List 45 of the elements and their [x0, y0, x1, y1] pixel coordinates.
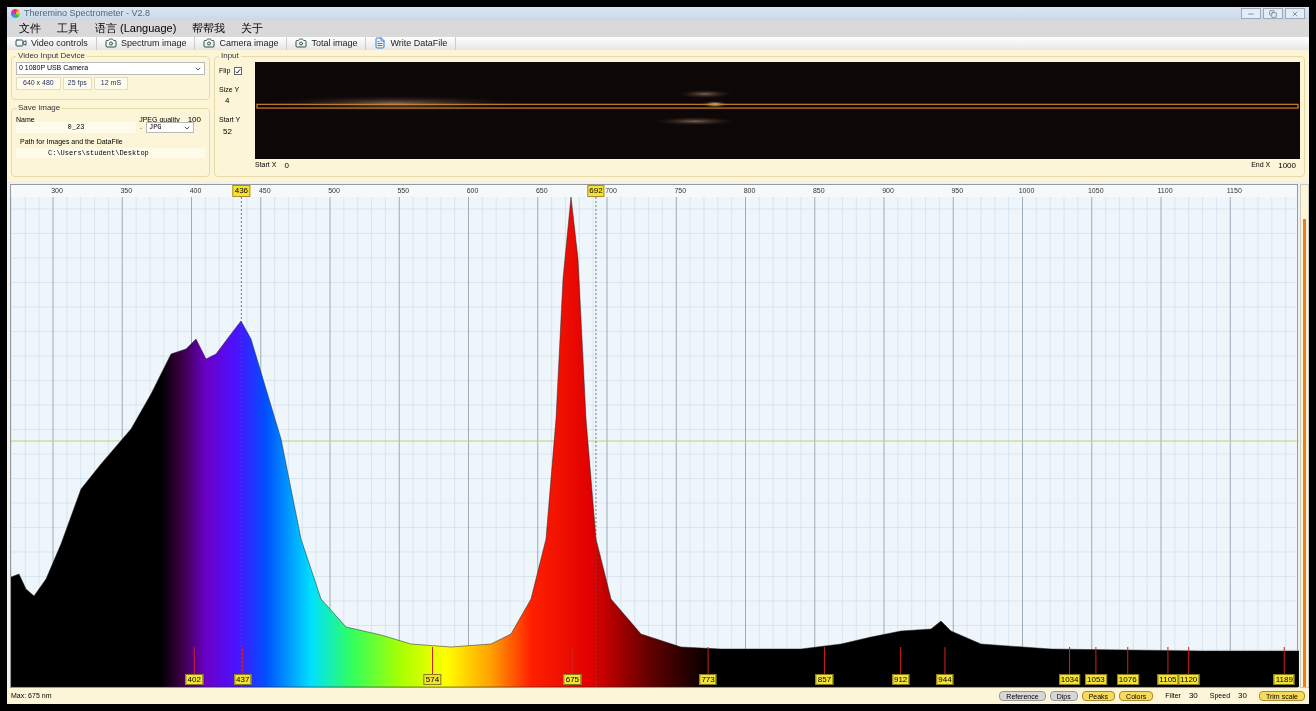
- group-title: Save image: [17, 102, 62, 115]
- flip-checkbox[interactable]: [234, 67, 243, 76]
- menu-item[interactable]: 帮帮我: [192, 20, 226, 37]
- menu-item[interactable]: 关于: [241, 20, 264, 37]
- speed-value: 30: [1238, 690, 1247, 703]
- cursor-label[interactable]: 436: [232, 185, 251, 198]
- peak-label: 773: [699, 674, 717, 686]
- app-logo-icon: [11, 9, 20, 18]
- menu-item[interactable]: 工具: [57, 20, 79, 37]
- camera-icon: [203, 37, 216, 50]
- camera-icon: [104, 37, 117, 50]
- start-x-value: 0: [284, 159, 289, 172]
- peak-label: 1189: [1273, 674, 1295, 686]
- group-title: Video Input Device: [17, 50, 86, 63]
- filter-value: 30: [1188, 690, 1198, 703]
- scroll-thumb[interactable]: [1303, 219, 1306, 688]
- camera-icon: [295, 37, 308, 50]
- scrollbar[interactable]: [1300, 184, 1309, 689]
- video-camera-icon: [15, 37, 27, 50]
- peak-label: 675: [563, 674, 582, 686]
- minimize-button[interactable]: [1241, 8, 1261, 19]
- close-button[interactable]: [1285, 8, 1305, 19]
- peak-label: 857: [815, 674, 834, 686]
- peak-label: 1034: [1058, 674, 1081, 686]
- peak-label: 1076: [1116, 674, 1139, 686]
- peak-label: 1120: [1178, 674, 1200, 686]
- restore-button[interactable]: [1263, 8, 1283, 19]
- peak-label: 912: [891, 674, 910, 686]
- group-title: Input: [220, 50, 240, 63]
- peak-label: 437: [234, 674, 252, 686]
- close-icon: [1291, 9, 1299, 18]
- peak-label: 402: [185, 674, 203, 686]
- restore-icon: [1269, 9, 1277, 18]
- menu-item[interactable]: 文件: [19, 20, 41, 37]
- end-x-value: 1000: [1278, 159, 1296, 172]
- peak-label: 1053: [1085, 674, 1107, 686]
- size-y-value: 4: [224, 95, 230, 108]
- file-icon: [374, 37, 387, 50]
- start-y-value: 52: [222, 125, 232, 138]
- peak-label: 574: [423, 674, 442, 686]
- peak-label: 944: [936, 674, 954, 686]
- menu-item[interactable]: 语言 (Language): [95, 20, 177, 37]
- peak-label: 1105: [1157, 674, 1179, 686]
- cursor-label[interactable]: 692: [587, 185, 605, 198]
- window-title: Theremino Spectrometer - V2.8: [24, 6, 151, 20]
